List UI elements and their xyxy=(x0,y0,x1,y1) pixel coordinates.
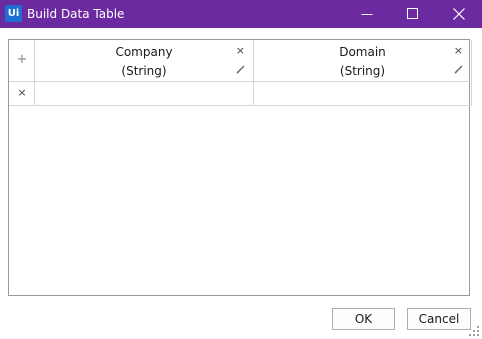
remove-row-icon: × xyxy=(17,86,27,99)
column-type: (String) xyxy=(339,64,386,78)
edit-column-icon[interactable] xyxy=(236,65,245,74)
column-name: Domain xyxy=(339,45,386,59)
column-name: Company xyxy=(115,45,173,59)
table-cell[interactable] xyxy=(35,82,254,106)
edit-column-icon[interactable] xyxy=(454,65,463,74)
column-header-company[interactable]: Company (String) × xyxy=(35,40,254,82)
remove-column-icon[interactable]: × xyxy=(236,45,245,57)
data-table-grid[interactable]: + Company (String) × Domain (String) × × xyxy=(8,39,472,296)
minimize-icon xyxy=(361,14,373,15)
maximize-button[interactable] xyxy=(390,0,436,28)
column-header-domain[interactable]: Domain (String) × xyxy=(254,40,472,82)
ok-button[interactable]: OK xyxy=(332,308,395,330)
minimize-button[interactable] xyxy=(344,0,390,28)
remove-column-icon[interactable]: × xyxy=(454,45,463,57)
plus-icon: + xyxy=(16,52,28,67)
table-cell[interactable] xyxy=(254,82,472,106)
column-type: (String) xyxy=(121,64,167,78)
window-title: Build Data Table xyxy=(27,7,125,21)
delete-row-button[interactable]: × xyxy=(9,82,35,106)
title-bar[interactable]: Ui Build Data Table xyxy=(0,0,482,28)
close-icon xyxy=(453,8,465,20)
add-column-button[interactable]: + xyxy=(9,40,35,82)
close-button[interactable] xyxy=(436,0,482,28)
maximize-icon xyxy=(407,8,418,19)
resize-grip-icon[interactable] xyxy=(469,326,479,336)
cancel-button[interactable]: Cancel xyxy=(407,308,471,330)
uipath-logo-icon: Ui xyxy=(5,5,22,22)
